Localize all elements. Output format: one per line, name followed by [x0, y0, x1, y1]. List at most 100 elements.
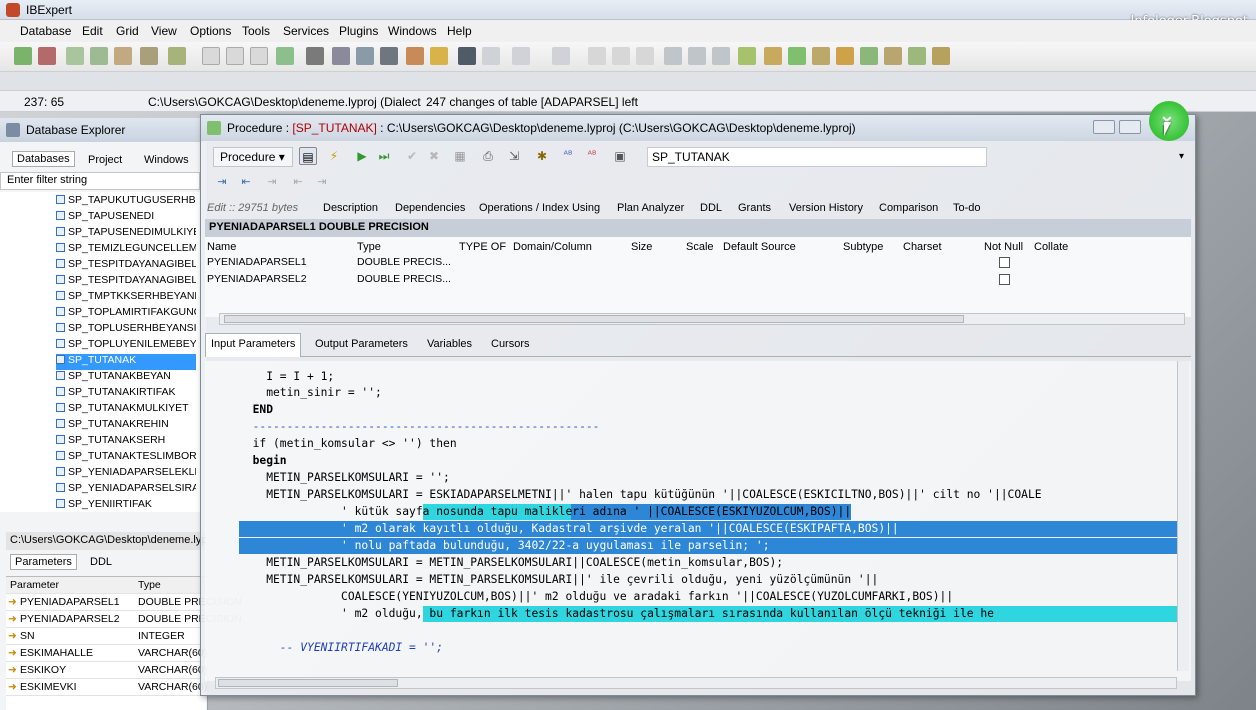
tab-input-parameters[interactable]: Input Parameters: [211, 338, 295, 350]
rollback-disabled-icon[interactable]: ✖: [425, 147, 443, 165]
tree-item[interactable]: SP_TESPITDAYANAGIBELGE: [56, 258, 196, 274]
procedure-dropdown[interactable]: Procedure ▾: [213, 147, 293, 167]
fields-icon[interactable]: ▤: [299, 147, 317, 165]
forward-icon[interactable]: [482, 47, 500, 65]
replace-icon[interactable]: [712, 47, 730, 65]
uncomment-icon[interactable]: ⇤: [289, 173, 307, 191]
not-null-checkbox[interactable]: [999, 274, 1010, 285]
not-null-checkbox[interactable]: [999, 257, 1010, 268]
table-icon[interactable]: [738, 47, 756, 65]
grant-icon[interactable]: [306, 47, 324, 65]
scrollbar-thumb[interactable]: [224, 315, 964, 323]
commit-icon[interactable]: [66, 47, 84, 65]
table-row[interactable]: ➜ ESKIMEVKI VARCHAR(60): [6, 679, 207, 696]
tab-databases[interactable]: Databases: [12, 151, 75, 167]
object-tree[interactable]: SP_TAPUKUTUGUSERHBEYAN SP_TAPUSENEDI SP_…: [0, 192, 200, 512]
refresh-icon[interactable]: [276, 47, 294, 65]
menu-options[interactable]: Options: [190, 24, 231, 38]
domain-icon[interactable]: [860, 47, 878, 65]
tool-icon[interactable]: [114, 47, 132, 65]
export-icon[interactable]: [512, 47, 530, 65]
new-icon[interactable]: [202, 47, 220, 65]
tab-variables[interactable]: Variables: [427, 338, 472, 350]
table-row[interactable]: ➜ SN INTEGER: [6, 628, 206, 645]
scrollbar-thumb[interactable]: [218, 679, 398, 687]
find-next-icon[interactable]: [688, 47, 706, 65]
tree-item[interactable]: SP_TUTANAKREHIN: [56, 418, 196, 434]
unindent-icon[interactable]: ⇤: [237, 173, 255, 191]
tree-item[interactable]: SP_TMPTKKSERHBEYANEKLE: [56, 290, 196, 306]
tab-output-parameters[interactable]: Output Parameters: [315, 338, 408, 350]
tab-ddl[interactable]: DDL: [90, 556, 112, 568]
sql-editor-icon[interactable]: [250, 47, 268, 65]
tab-plan-analyzer[interactable]: Plan Analyzer: [617, 202, 684, 214]
tree-item-selected[interactable]: SP_TUTANAK: [56, 354, 196, 370]
sql-icon[interactable]: ᴬᴮ: [559, 147, 577, 165]
table-row[interactable]: ➜ PYENIADAPARSEL2 DOUBLE PRECISION: [6, 611, 242, 628]
tree-item[interactable]: SP_TOPLUYENILEMEBEYAN: [56, 338, 196, 354]
menu-windows[interactable]: Windows: [388, 24, 437, 38]
table-row[interactable]: ➜ PYENIADAPARSEL1 DOUBLE PRECISION: [6, 594, 242, 611]
tab-todo[interactable]: To-do: [953, 202, 981, 214]
tab-cursors[interactable]: Cursors: [491, 338, 530, 350]
menu-view[interactable]: View: [151, 24, 177, 38]
step-run-icon[interactable]: ⏭: [375, 147, 393, 165]
tree-item[interactable]: SP_TAPUSENEDI: [56, 210, 196, 226]
procedure-icon[interactable]: [788, 47, 806, 65]
database-icon[interactable]: [140, 47, 158, 65]
export-icon[interactable]: ⇲: [505, 147, 523, 165]
register-icon[interactable]: [168, 47, 186, 65]
chevron-down-icon[interactable]: ▾: [1179, 151, 1184, 162]
indent-icon[interactable]: ⇥: [213, 173, 231, 191]
table-row[interactable]: ➜ ESKIMAHALLE VARCHAR(60): [6, 645, 207, 662]
compile-icon[interactable]: ⚡: [325, 147, 343, 165]
disconnect-db-icon[interactable]: [38, 47, 56, 65]
tab-version-history[interactable]: Version History: [789, 202, 863, 214]
tree-item[interactable]: SP_TEMIZLEGUNCELLEMELER: [56, 242, 196, 258]
tab-description[interactable]: Description: [323, 202, 378, 214]
tree-item[interactable]: SP_TUTANAKSERH: [56, 434, 196, 450]
options-icon[interactable]: ▣: [611, 147, 629, 165]
cut-icon[interactable]: [588, 47, 606, 65]
tree-item[interactable]: SP_YENIADAPARSELSIRALITABLO: [56, 482, 196, 498]
comment-icon[interactable]: ⇥: [263, 173, 281, 191]
tree-item[interactable]: SP_TAPUSENEDIMULKIYET: [56, 226, 196, 242]
view-icon[interactable]: [764, 47, 782, 65]
minimize-button[interactable]: [1093, 120, 1115, 134]
role-icon[interactable]: [932, 47, 950, 65]
format-icon[interactable]: ⇥: [313, 173, 331, 191]
tree-item[interactable]: SP_TUTANAKIRTIFAK: [56, 386, 196, 402]
terminal-icon[interactable]: [458, 47, 476, 65]
menu-grid[interactable]: Grid: [116, 24, 139, 38]
menu-database[interactable]: Database: [20, 24, 71, 38]
tree-item[interactable]: SP_TUTANAKMULKIYET: [56, 402, 196, 418]
exception-icon[interactable]: [884, 47, 902, 65]
tab-operations-index[interactable]: Operations / Index Using: [479, 202, 600, 214]
copy-icon[interactable]: [612, 47, 630, 65]
find-icon[interactable]: [664, 47, 682, 65]
debug-icon[interactable]: ✱: [533, 147, 551, 165]
tab-project[interactable]: Project: [88, 154, 122, 166]
tab-grants[interactable]: Grants: [738, 202, 771, 214]
sql-red-icon[interactable]: ᴬᴮ: [583, 147, 601, 165]
menu-help[interactable]: Help: [447, 24, 472, 38]
menu-services[interactable]: Services: [283, 24, 329, 38]
maximize-button[interactable]: [1119, 120, 1141, 134]
grid-icon[interactable]: ▦: [451, 147, 469, 165]
tab-windows[interactable]: Windows: [144, 154, 189, 166]
script-icon[interactable]: [226, 47, 244, 65]
code-horizontal-scrollbar[interactable]: [215, 677, 1177, 689]
tree-item[interactable]: SP_TUTANAKTESLIMBORDROSU: [56, 450, 196, 466]
print-icon[interactable]: [380, 47, 398, 65]
run-icon[interactable]: ▶: [353, 147, 371, 165]
tree-item[interactable]: SP_TUTANAKBEYAN: [56, 370, 196, 386]
trigger-icon[interactable]: [812, 47, 830, 65]
code-vertical-scrollbar[interactable]: [1177, 361, 1189, 671]
tree-item[interactable]: SP_TOPLUSERHBEYANSIL: [56, 322, 196, 338]
table-row[interactable]: PYENIADAPARSEL1 DOUBLE PRECIS...: [205, 255, 1191, 271]
tab-ddl[interactable]: DDL: [700, 202, 722, 214]
tree-item[interactable]: SP_YENIADAPARSELEKLEGUNCELLE: [56, 466, 196, 482]
rollback-icon[interactable]: [90, 47, 108, 65]
filter-input[interactable]: Enter filter string: [0, 172, 200, 190]
paste-icon[interactable]: [636, 47, 654, 65]
